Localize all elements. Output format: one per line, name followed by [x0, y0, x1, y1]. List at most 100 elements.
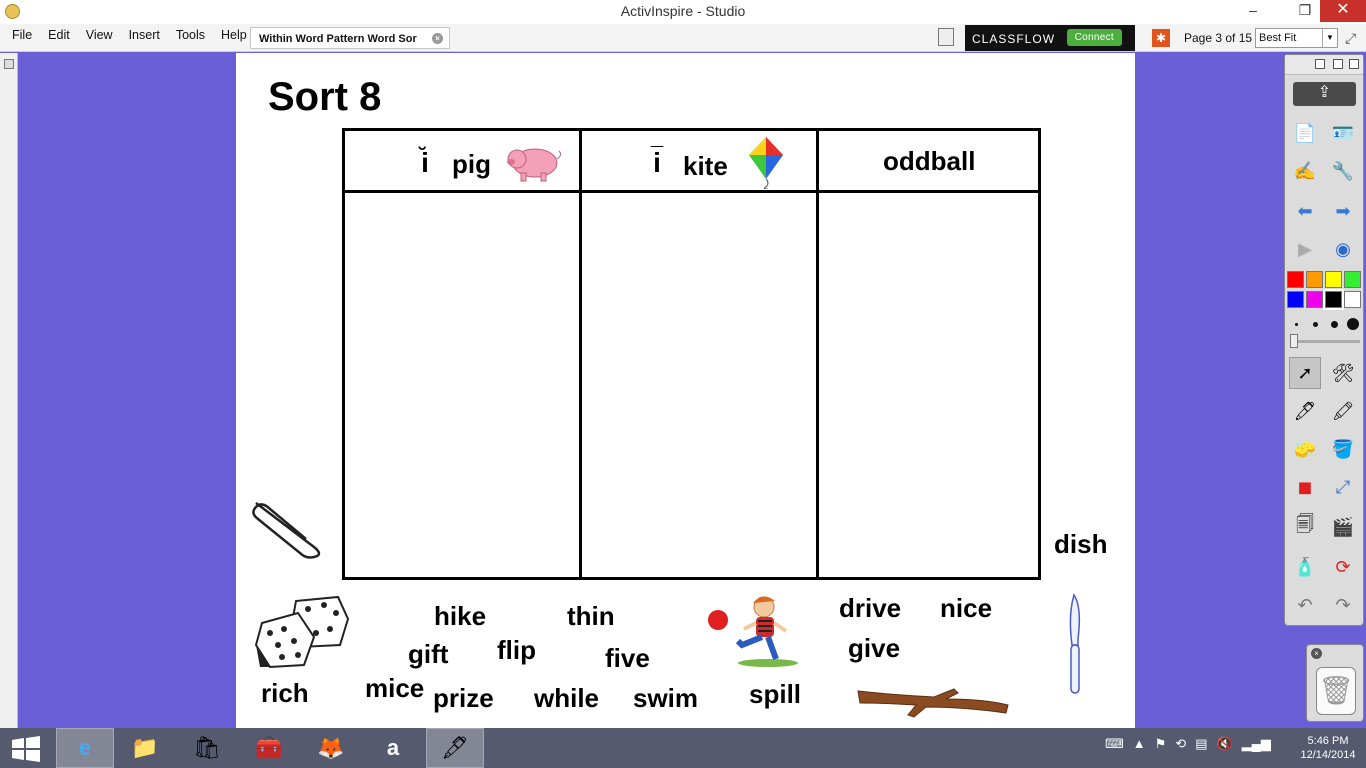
color-green[interactable] — [1344, 271, 1361, 288]
profile-icon[interactable]: 📄 — [1289, 117, 1321, 149]
close-icon[interactable]: × — [1311, 648, 1322, 659]
word-card-hike[interactable]: hike — [434, 601, 486, 632]
stick-picture[interactable] — [854, 681, 1012, 721]
windows-start-icon[interactable] — [12, 736, 40, 762]
word-card-nice[interactable]: nice — [940, 593, 992, 624]
word-card-drive[interactable]: drive — [839, 593, 901, 624]
boy-kicking-ball-picture[interactable] — [706, 593, 802, 667]
minimize-button[interactable]: – — [1232, 0, 1274, 22]
word-card-five[interactable]: five — [605, 643, 650, 674]
previous-page-icon[interactable]: ⬅ — [1289, 195, 1321, 227]
close-window-button[interactable]: ✕ — [1320, 0, 1366, 22]
network-icon[interactable]: ▤ — [1195, 736, 1207, 752]
word-card-flip[interactable]: flip — [497, 635, 536, 666]
page-browser-icon[interactable]: 🪪 — [1327, 117, 1359, 149]
clock[interactable]: 5:46 PM 12/14/2014 — [1290, 734, 1366, 762]
color-yellow[interactable] — [1325, 271, 1342, 288]
flipchart-icon[interactable]: ✱ — [1152, 29, 1170, 47]
pen-width-4[interactable] — [1347, 318, 1359, 330]
clear-icon[interactable]: 🧴 — [1289, 551, 1321, 583]
toolbox-menu-icon[interactable] — [1315, 59, 1325, 69]
highlighter-icon[interactable]: 🖍 — [1327, 395, 1359, 427]
tools-icon[interactable]: 🔧 — [1327, 155, 1359, 187]
pen-width-slider[interactable] — [1290, 334, 1360, 348]
menu-tools[interactable]: Tools — [168, 28, 213, 42]
play-icon[interactable]: ▶ — [1289, 233, 1321, 265]
eraser-icon[interactable]: 🧽 — [1289, 433, 1321, 465]
left-scroll-strip[interactable] — [0, 53, 18, 728]
keyboard-icon[interactable]: ⌨ — [1105, 736, 1124, 752]
color-white[interactable] — [1344, 291, 1361, 308]
color-magenta[interactable] — [1306, 291, 1323, 308]
app-icon[interactable]: 🧰 — [240, 728, 298, 768]
fill-icon[interactable]: 🪣 — [1327, 433, 1359, 465]
menu-file[interactable]: File — [4, 28, 40, 42]
signal-icon[interactable]: ▂▄▆ — [1242, 736, 1271, 752]
file-explorer-icon[interactable]: 📁 — [116, 728, 174, 768]
color-orange[interactable] — [1306, 271, 1323, 288]
trash-can-icon[interactable]: 🗑 — [1316, 667, 1356, 715]
word-card-give[interactable]: give — [848, 633, 900, 664]
page-icon[interactable] — [938, 28, 954, 46]
expand-icon[interactable]: ⤢ — [1345, 30, 1356, 47]
dice-picture[interactable] — [252, 593, 352, 669]
store-icon[interactable]: 🛍 — [178, 728, 236, 768]
word-card-mice[interactable]: mice — [365, 673, 424, 704]
pen-width-3[interactable] — [1331, 321, 1338, 328]
color-blue[interactable] — [1287, 291, 1304, 308]
word-card-rich[interactable]: rich — [261, 678, 309, 709]
word-card-dish[interactable]: dish — [1054, 529, 1107, 560]
flag-icon[interactable]: ⚑ — [1155, 736, 1167, 752]
word-card-while[interactable]: while — [534, 683, 599, 714]
word-card-swim[interactable]: swim — [633, 683, 698, 714]
chevron-up-icon[interactable]: ▲ — [1133, 736, 1146, 752]
recognition-icon[interactable]: ✍ — [1289, 155, 1321, 187]
pen-icon[interactable]: 🖊 — [1289, 395, 1321, 427]
strip-handle[interactable] — [4, 59, 14, 69]
undo-icon[interactable]: ↶ — [1289, 589, 1321, 621]
menu-help[interactable]: Help — [213, 28, 255, 42]
activinspire-taskbar-icon[interactable]: 🖋 — [426, 728, 484, 768]
volume-icon[interactable]: 🔇 — [1217, 736, 1233, 752]
firefox-icon[interactable]: 🦊 — [302, 728, 360, 768]
classflow-connect-button[interactable]: Connect — [1066, 29, 1122, 46]
pen-width-1[interactable] — [1295, 323, 1298, 326]
toolbox-pin-icon[interactable] — [1333, 59, 1343, 69]
menu-edit[interactable]: Edit — [40, 28, 78, 42]
color-black[interactable] — [1323, 289, 1344, 310]
slider-thumb[interactable] — [1290, 334, 1298, 348]
toolbox-header[interactable] — [1285, 55, 1363, 75]
word-card-gift[interactable]: gift — [408, 639, 448, 670]
pen-width-2[interactable] — [1313, 322, 1318, 327]
internet-explorer-icon[interactable]: e — [56, 728, 114, 768]
document-tab[interactable]: Within Word Pattern Word Sor × — [250, 27, 450, 49]
main-toolbox: ⇪ 📄 🪪 ✍ 🔧 ⬅ ➡ ▶ ◉ ➚ 🛠 🖊 🖍 🧽 🪣 ◼ ⤢ 🗐 🎬 🧴 … — [1284, 54, 1364, 626]
share-button[interactable]: ⇪ — [1293, 82, 1356, 106]
word-card-prize[interactable]: prize — [433, 683, 494, 714]
flipchart-icon[interactable]: ◉ — [1327, 233, 1359, 265]
paperclip-picture[interactable] — [244, 495, 324, 559]
close-tab-icon[interactable]: × — [432, 33, 443, 44]
color-red[interactable] — [1287, 271, 1304, 288]
duplicate-icon[interactable]: 🗐 — [1289, 511, 1321, 543]
zoom-select[interactable]: Best Fit ▼ — [1255, 28, 1338, 48]
word-card-thin[interactable]: thin — [567, 601, 615, 632]
toolbox-collapse-icon[interactable] — [1349, 59, 1359, 69]
flipchart-page[interactable]: Sort 8 ˘ i pig ¯ i kite oddball dish hik… — [236, 53, 1135, 728]
camera-icon[interactable]: 🎬 — [1327, 511, 1359, 543]
header-kite: kite — [683, 151, 728, 181]
knife-picture[interactable] — [1064, 591, 1088, 697]
next-page-icon[interactable]: ➡ — [1327, 195, 1359, 227]
reset-icon[interactable]: ⟳ — [1327, 551, 1359, 583]
menu-insert[interactable]: Insert — [121, 28, 168, 42]
menu-view[interactable]: View — [78, 28, 121, 42]
connector-icon[interactable]: ⤢ — [1327, 471, 1359, 503]
word-card-spill[interactable]: spill — [749, 679, 801, 710]
redo-icon[interactable]: ↷ — [1327, 589, 1359, 621]
select-icon[interactable]: ➚ — [1289, 357, 1321, 389]
sync-icon[interactable]: ⟲ — [1175, 736, 1186, 752]
tools-menu-icon[interactable]: 🛠 — [1327, 357, 1359, 389]
amazon-icon[interactable]: a — [364, 728, 422, 768]
chevron-down-icon[interactable]: ▼ — [1322, 29, 1337, 47]
shape-icon[interactable]: ◼ — [1289, 471, 1321, 503]
